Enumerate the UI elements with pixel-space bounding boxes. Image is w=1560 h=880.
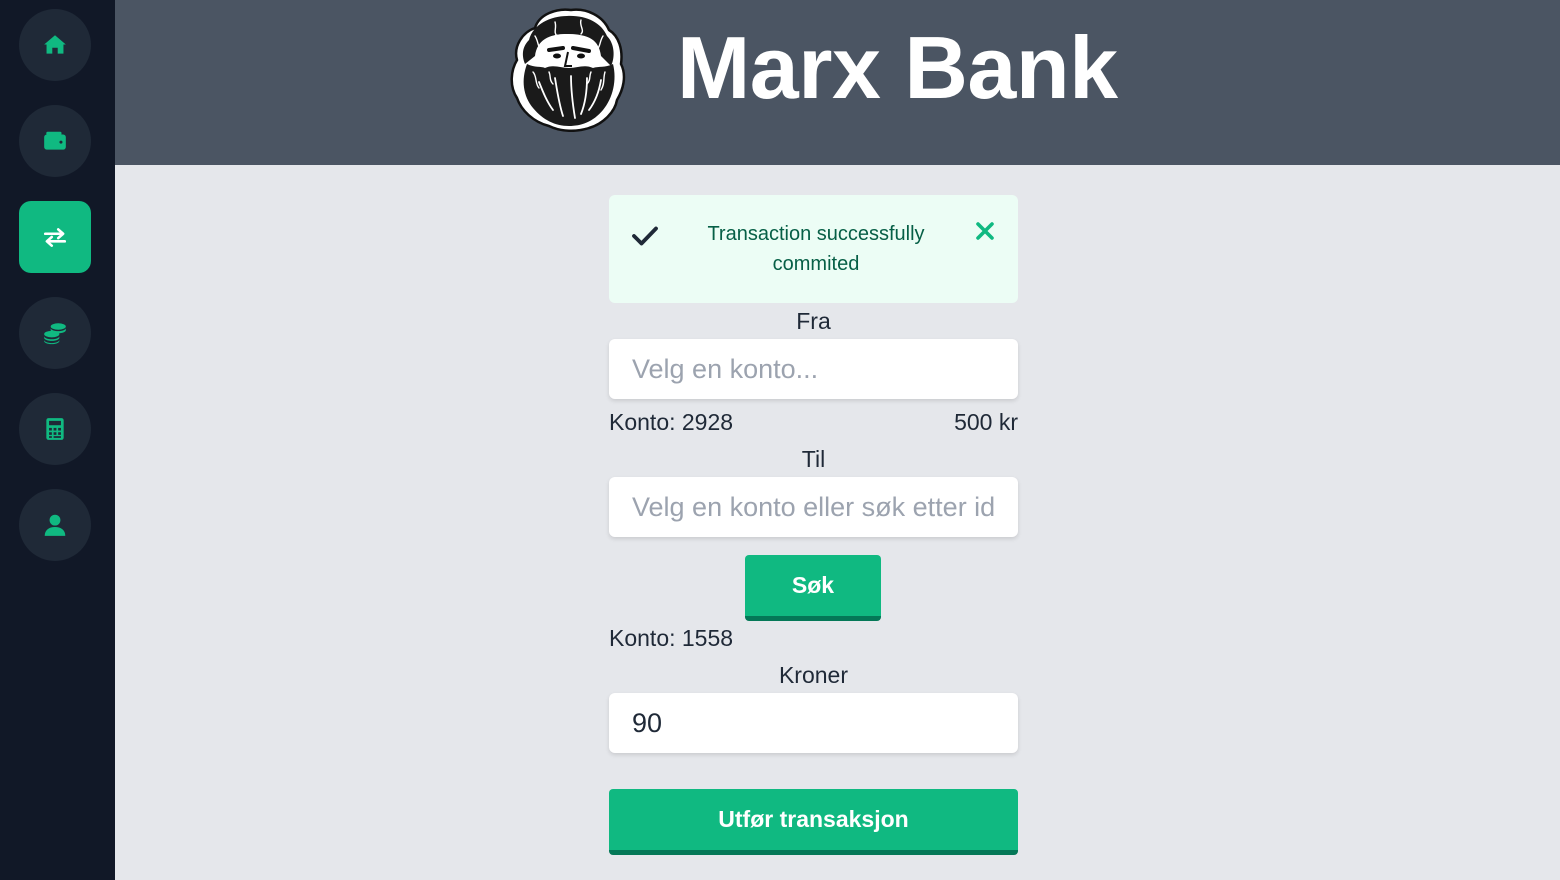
home-icon [44,35,66,54]
marx-portrait-logo[interactable] [505,6,631,132]
coins-icon [44,323,66,345]
from-account-input[interactable] [609,339,1018,399]
from-account-number: Konto: 2928 [609,409,734,435]
sidebar-item-calculator[interactable] [19,393,91,465]
to-account-input[interactable] [609,477,1018,537]
app-title: Marx Bank [677,18,1118,117]
sidebar-item-coins[interactable] [19,297,91,369]
sidebar-item-wallet[interactable] [19,105,91,177]
alert-message: Transaction successfully commited [707,223,925,275]
submit-transaction-button[interactable]: Utfør transaksjon [609,789,1018,855]
header: Marx Bank [115,0,1560,165]
wallet-icon [44,131,66,150]
search-button[interactable]: Søk [745,555,881,621]
sidebar-item-home[interactable] [19,9,91,81]
from-account-balance: 500 kr [954,409,1018,435]
sidebar [0,0,115,880]
check-icon [632,226,658,246]
to-account-number: Konto: 1558 [609,625,734,651]
close-icon[interactable] [975,221,995,241]
calculator-icon [46,418,64,440]
amount-input[interactable] [609,693,1018,753]
amount-label: Kroner [778,662,849,688]
from-label: Fra [796,308,831,334]
sidebar-item-transfer[interactable] [19,201,91,273]
success-alert: Transaction successfully commited [609,195,1018,303]
transfer-arrows-icon [43,228,67,247]
user-icon [44,514,66,536]
sidebar-item-profile[interactable] [19,489,91,561]
to-label: Til [801,446,826,472]
